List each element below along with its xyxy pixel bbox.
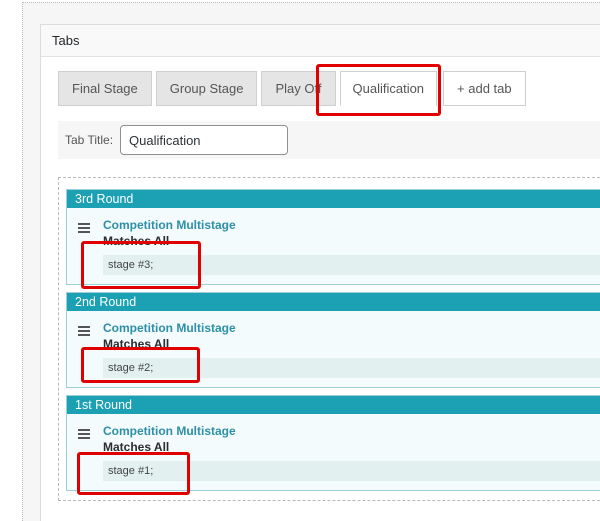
panel-title: Tabs: [52, 33, 80, 48]
stage-value: stage #1;: [103, 461, 600, 481]
round-body: Competition Multistage Matches All stage…: [67, 414, 600, 490]
tab-title-input[interactable]: [120, 125, 288, 155]
round-card-2nd: 2nd Round Competition Multistage Matches…: [66, 292, 600, 388]
matches-label: Matches All: [103, 440, 170, 454]
tab-title-row: Tab Title:: [58, 121, 600, 159]
screenshot-frame: Tabs Final Stage Group Stage Play Off Qu…: [0, 0, 600, 521]
round-body: Competition Multistage Matches All stage…: [67, 311, 600, 387]
tab-bar: Final Stage Group Stage Play Off Qualifi…: [58, 71, 530, 106]
add-tab-button[interactable]: + add tab: [443, 71, 526, 106]
stage-value: stage #3;: [103, 255, 600, 275]
drag-handle-icon[interactable]: [78, 223, 90, 233]
matches-label: Matches All: [103, 337, 170, 351]
round-header: 1st Round: [67, 396, 600, 414]
competition-link[interactable]: Competition Multistage: [103, 424, 236, 438]
round-header: 2nd Round: [67, 293, 600, 311]
tab-group-stage[interactable]: Group Stage: [155, 71, 258, 106]
tab-final-stage[interactable]: Final Stage: [58, 71, 152, 106]
panel-header: Tabs: [41, 25, 600, 57]
competition-link[interactable]: Competition Multistage: [103, 218, 236, 232]
tab-play-off[interactable]: Play Off: [261, 71, 336, 106]
drag-handle-icon[interactable]: [78, 429, 90, 439]
matches-label: Matches All: [103, 234, 170, 248]
tab-title-label: Tab Title:: [65, 133, 114, 147]
round-card-3rd: 3rd Round Competition Multistage Matches…: [66, 189, 600, 285]
tab-qualification[interactable]: Qualification: [339, 71, 438, 106]
round-header: 3rd Round: [67, 190, 600, 208]
drag-handle-icon[interactable]: [78, 326, 90, 336]
stage-value: stage #2;: [103, 358, 600, 378]
round-card-1st: 1st Round Competition Multistage Matches…: [66, 395, 600, 491]
round-body: Competition Multistage Matches All stage…: [67, 208, 600, 284]
competition-link[interactable]: Competition Multistage: [103, 321, 236, 335]
